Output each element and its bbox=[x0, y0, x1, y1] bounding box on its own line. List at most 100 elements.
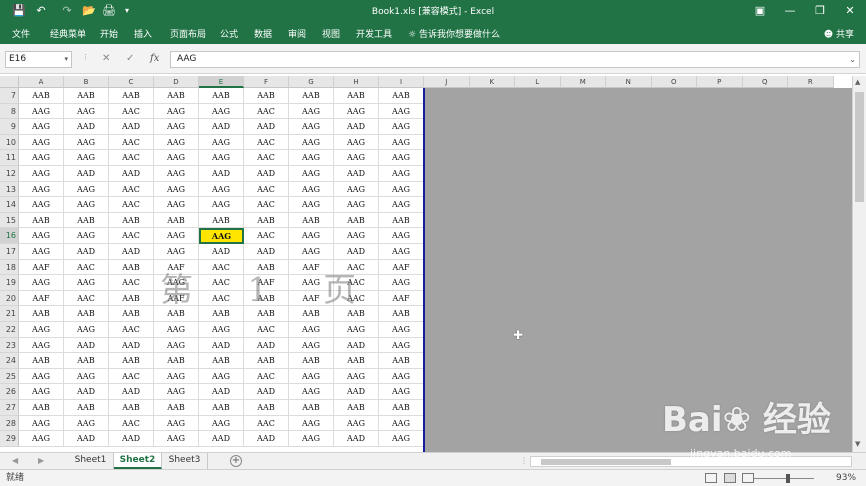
cell[interactable]: AAB bbox=[109, 290, 154, 307]
cell[interactable]: AAG bbox=[154, 244, 199, 260]
cell[interactable]: AAB bbox=[154, 400, 199, 416]
cell[interactable]: AAG bbox=[334, 415, 379, 432]
cell[interactable]: AAD bbox=[199, 119, 244, 135]
row-header-24[interactable]: 24 bbox=[0, 353, 19, 369]
cell[interactable]: AAD bbox=[334, 337, 379, 354]
cell[interactable]: AAG bbox=[19, 134, 64, 151]
cell[interactable]: AAG bbox=[379, 103, 424, 120]
cell[interactable]: AAB bbox=[64, 212, 109, 229]
cell[interactable]: AAB bbox=[379, 306, 424, 322]
cell[interactable]: AAG bbox=[64, 134, 109, 151]
cell[interactable]: AAG bbox=[289, 415, 334, 432]
column-header-j[interactable]: J bbox=[424, 76, 470, 88]
cell[interactable]: AAG bbox=[154, 384, 199, 400]
cell[interactable]: AAC bbox=[244, 181, 289, 198]
cell[interactable]: AAG bbox=[289, 384, 334, 400]
cell[interactable]: AAG bbox=[379, 415, 424, 432]
sheet-tab-sheet2[interactable]: Sheet2 bbox=[114, 453, 162, 469]
cell[interactable]: AAG bbox=[154, 197, 199, 213]
cell[interactable]: AAC bbox=[109, 103, 154, 120]
cell[interactable]: AAG bbox=[289, 103, 334, 120]
cell[interactable]: AAF bbox=[19, 290, 64, 307]
cell[interactable]: AAB bbox=[19, 306, 64, 322]
column-header-a[interactable]: A bbox=[19, 76, 64, 88]
cell[interactable]: AAB bbox=[244, 212, 289, 229]
cell[interactable]: AAG bbox=[379, 197, 424, 213]
share-button[interactable]: ☻ 共享 bbox=[824, 27, 854, 40]
cell[interactable]: AAD bbox=[109, 244, 154, 260]
cell[interactable]: AAB bbox=[109, 88, 154, 104]
cell[interactable]: AAB bbox=[289, 400, 334, 416]
cell[interactable]: AAG bbox=[334, 228, 379, 244]
cell[interactable]: AAD bbox=[334, 384, 379, 400]
row-header-22[interactable]: 22 bbox=[0, 322, 19, 338]
cell[interactable]: AAG bbox=[199, 197, 244, 213]
cell[interactable]: AAG bbox=[19, 431, 64, 447]
cancel-icon[interactable]: ✕ bbox=[102, 53, 110, 64]
cell[interactable]: AAG bbox=[334, 368, 379, 385]
column-header-g[interactable]: G bbox=[289, 76, 334, 88]
cell[interactable]: AAG bbox=[289, 119, 334, 135]
cell[interactable]: AAC bbox=[109, 181, 154, 198]
scroll-down-icon[interactable]: ▼ bbox=[855, 440, 860, 448]
cell[interactable]: AAG bbox=[19, 337, 64, 354]
cell[interactable]: AAD bbox=[109, 337, 154, 354]
cell[interactable]: AAD bbox=[64, 431, 109, 447]
cell[interactable]: AAB bbox=[19, 212, 64, 229]
insert-function-button[interactable]: fx bbox=[150, 53, 159, 64]
cell[interactable]: AAG bbox=[199, 103, 244, 120]
cell[interactable]: AAB bbox=[289, 88, 334, 104]
cell[interactable]: AAB bbox=[64, 306, 109, 322]
cell[interactable]: AAB bbox=[334, 88, 379, 104]
cell[interactable]: AAD bbox=[244, 337, 289, 354]
ribbon-display-options-icon[interactable]: ▣ bbox=[745, 2, 775, 20]
cell[interactable]: AAG bbox=[19, 322, 64, 338]
cell[interactable]: AAF bbox=[379, 259, 424, 276]
cell[interactable]: AAD bbox=[334, 166, 379, 182]
cell[interactable]: AAG bbox=[289, 228, 334, 244]
zoom-slider-knob[interactable] bbox=[786, 474, 790, 483]
cell[interactable]: AAB bbox=[244, 400, 289, 416]
cell[interactable]: AAG bbox=[289, 337, 334, 354]
tab-page-layout[interactable]: 页面布局 bbox=[170, 27, 206, 40]
cell[interactable]: AAG bbox=[334, 134, 379, 151]
tab-formulas[interactable]: 公式 bbox=[220, 27, 238, 40]
cell[interactable]: AAB bbox=[199, 400, 244, 416]
cell[interactable]: AAD bbox=[64, 244, 109, 260]
tab-home[interactable]: 开始 bbox=[100, 27, 118, 40]
tab-classic-menu[interactable]: 经典菜单 bbox=[50, 27, 86, 40]
row-header-7[interactable]: 7 bbox=[0, 88, 19, 104]
cell[interactable]: AAG bbox=[19, 103, 64, 120]
cell[interactable]: AAC bbox=[109, 275, 154, 291]
row-header-9[interactable]: 9 bbox=[0, 119, 19, 135]
cell[interactable]: AAD bbox=[244, 244, 289, 260]
cell[interactable]: AAB bbox=[19, 353, 64, 369]
cell[interactable]: AAB bbox=[154, 88, 199, 104]
cell[interactable]: AAC bbox=[109, 415, 154, 432]
cell[interactable]: AAG bbox=[64, 197, 109, 213]
restore-button[interactable]: ❐ bbox=[805, 2, 835, 20]
column-header-d[interactable]: D bbox=[154, 76, 199, 88]
chevron-down-icon[interactable]: ▾ bbox=[64, 52, 68, 67]
scrollbar-thumb[interactable] bbox=[855, 92, 864, 202]
cell[interactable]: AAG bbox=[289, 150, 334, 166]
cell[interactable]: AAG bbox=[64, 181, 109, 198]
cell[interactable]: AAG bbox=[154, 181, 199, 198]
cell[interactable]: AAF bbox=[19, 259, 64, 276]
cell[interactable]: AAC bbox=[244, 103, 289, 120]
row-header-21[interactable]: 21 bbox=[0, 306, 19, 322]
cell[interactable]: AAB bbox=[334, 212, 379, 229]
row-header-11[interactable]: 11 bbox=[0, 150, 19, 166]
cell[interactable]: AAG bbox=[19, 166, 64, 182]
cell[interactable]: AAD bbox=[64, 384, 109, 400]
cell[interactable]: AAG bbox=[334, 322, 379, 338]
cell[interactable]: AAC bbox=[64, 259, 109, 276]
cell[interactable]: AAG bbox=[154, 103, 199, 120]
row-header-15[interactable]: 15 bbox=[0, 212, 19, 229]
tab-file[interactable]: 文件 bbox=[12, 27, 30, 40]
column-header-c[interactable]: C bbox=[109, 76, 154, 88]
cell[interactable]: AAG bbox=[379, 244, 424, 260]
cell[interactable]: AAG bbox=[289, 134, 334, 151]
column-header-e[interactable]: E bbox=[199, 76, 244, 88]
horizontal-scrollbar-thumb[interactable] bbox=[541, 459, 671, 465]
